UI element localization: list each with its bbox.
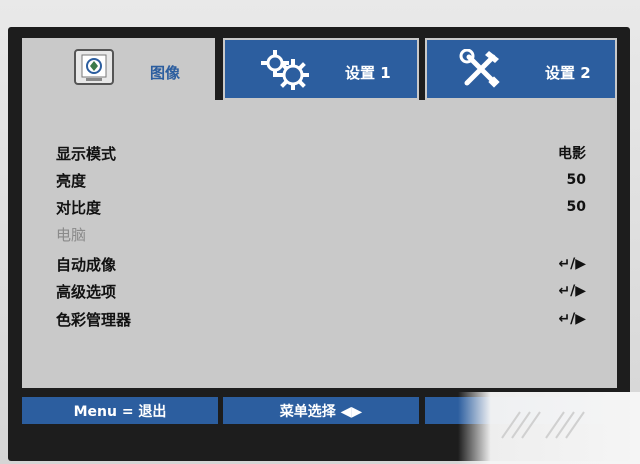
menu-item-label: 高级选项 — [56, 282, 117, 301]
footer-select-hint: 菜单选择 ◀▶ — [223, 397, 419, 424]
enter-arrow-icon: ↵/▶ — [558, 283, 586, 299]
menu-item-label: 自动成像 — [56, 255, 117, 274]
tab-settings-2[interactable]: 设置 2 — [425, 38, 617, 100]
tab-settings-2-label: 设置 2 — [545, 64, 591, 82]
menu-item-label: 电脑 — [56, 225, 87, 244]
menu-item-value: 电影 — [558, 146, 586, 162]
menu-item-display-mode[interactable]: 显示模式 电影 — [56, 140, 586, 166]
tools-icon — [459, 48, 503, 93]
menu-item-label: 色彩管理器 — [56, 310, 132, 329]
menu-item-computer: 电脑 — [56, 221, 586, 247]
gears-icon — [261, 49, 311, 94]
enter-arrow-icon: ↵/▶ — [558, 256, 586, 272]
footer-select-label: 菜单选择 ◀▶ — [279, 403, 363, 420]
menu-item-value: 50 — [566, 199, 586, 215]
tab-settings-1[interactable]: 设置 1 — [223, 38, 419, 100]
image-icon — [74, 49, 114, 89]
menu-item-contrast[interactable]: 对比度 50 — [56, 194, 586, 220]
tab-image[interactable]: 图像 — [22, 38, 215, 104]
menu-item-brightness[interactable]: 亮度 50 — [56, 167, 586, 193]
tab-settings-1-label: 设置 1 — [345, 64, 391, 82]
footer-exit-label: Menu = 退出 — [73, 403, 167, 420]
menu-item-color-manager[interactable]: 色彩管理器 ↵/▶ — [56, 306, 586, 332]
watermark-logo — [501, 411, 585, 439]
menu-item-value: 50 — [566, 172, 586, 188]
menu-item-auto-image[interactable]: 自动成像 ↵/▶ — [56, 251, 586, 277]
menu-item-advanced[interactable]: 高级选项 ↵/▶ — [56, 278, 586, 304]
footer-exit-hint: Menu = 退出 — [22, 397, 218, 424]
menu-item-label: 亮度 — [56, 171, 87, 190]
menu-item-label: 对比度 — [56, 198, 102, 217]
menu-item-label: 显示模式 — [56, 144, 117, 163]
tab-image-label: 图像 — [150, 64, 181, 82]
enter-arrow-icon: ↵/▶ — [558, 311, 586, 327]
